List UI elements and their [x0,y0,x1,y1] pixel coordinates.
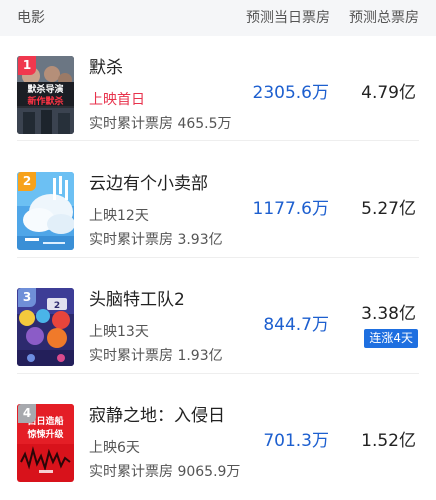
movie-title: 云边有个小卖部 [89,174,208,194]
movie-row[interactable]: 2 3 头脑特工队2 上映13天 实时累计票房 1.93亿 844.7万 3.3… [0,268,436,368]
movie-title: 寂静之地：入侵日 [89,406,225,426]
svg-text:2: 2 [54,301,60,311]
release-status: 上映6天 [89,440,140,456]
movie-row[interactable]: 默杀导演 新作默杀 1 默杀 上映首日 实时累计票房 465.5万 2305.6… [0,36,436,136]
header-movie: 电影 [17,10,45,26]
divider [17,140,419,141]
release-status: 上映首日 [89,92,145,108]
cumulative-box-office: 实时累计票房 1.93亿 [89,348,223,364]
header-total-forecast[interactable]: 预测总票房 [349,9,419,27]
total-forecast: 3.38亿 [361,304,416,324]
rank-badge: 1 [18,56,36,75]
cumulative-box-office: 实时累计票房 465.5万 [89,116,232,132]
svg-text:惊悚升级: 惊悚升级 [27,428,64,440]
cumulative-box-office: 实时累计票房 3.93亿 [89,232,223,248]
daily-forecast: 701.3万 [263,431,329,451]
movie-title: 头脑特工队2 [89,290,185,310]
release-status: 上映13天 [89,324,149,340]
rank-badge: 2 [18,172,36,191]
rank-badge: 4 [18,404,36,423]
daily-forecast: 1177.6万 [252,199,329,219]
release-status: 上映12天 [89,208,149,224]
movie-row[interactable]: 2 云边有个小卖部 上映12天 实时累计票房 3.93亿 1177.6万 5.2… [0,152,436,252]
daily-forecast: 2305.6万 [252,83,329,103]
header-daily-forecast[interactable]: 预测当日票房 [246,9,330,27]
total-forecast: 1.52亿 [361,431,416,451]
svg-text:默杀导演: 默杀导演 [27,83,63,95]
rank-badge: 3 [18,288,36,307]
total-forecast: 4.79亿 [361,83,416,103]
trend-badge: 连涨4天 [364,329,418,348]
box-office-list: 电影 预测当日票房 预测总票房 默杀导演 新作默杀 1 默杀 上映首日 实时累计… [0,0,436,500]
divider [17,257,419,258]
total-forecast: 5.27亿 [361,199,416,219]
divider [17,373,419,374]
svg-text:新作默杀: 新作默杀 [27,95,63,107]
cumulative-box-office: 实时累计票房 9065.9万 [89,464,241,480]
list-header: 电影 预测当日票房 预测总票房 [0,0,436,36]
movie-row[interactable]: 白日造船 惊悚升级 4 寂静之地：入侵日 上映6天 实时累计票房 9065.9万… [0,384,436,484]
movie-title: 默杀 [89,58,123,78]
daily-forecast: 844.7万 [263,315,329,335]
